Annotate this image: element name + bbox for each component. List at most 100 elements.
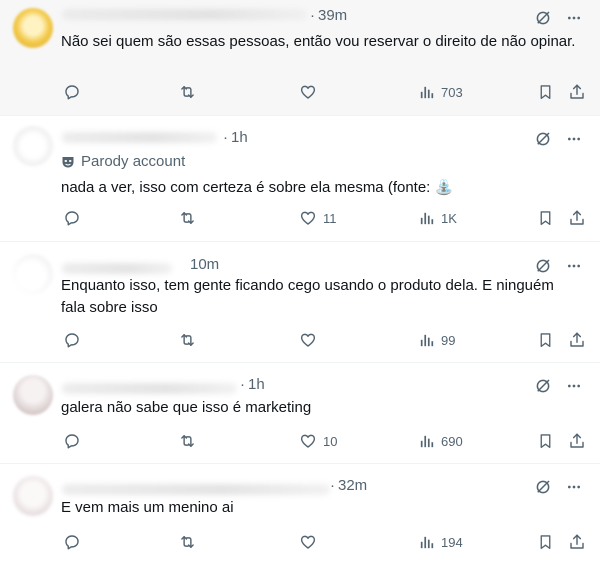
like-button[interactable]: 10: [299, 430, 337, 452]
post-text: E vem mais um menino ai: [61, 499, 234, 516]
views-count: 1K: [441, 210, 457, 226]
more-icon[interactable]: [566, 378, 582, 394]
like-count: 10: [323, 433, 338, 449]
author-name-blurred[interactable]: [62, 9, 307, 20]
repost-button[interactable]: [178, 430, 203, 452]
action-bar: 703: [61, 81, 589, 103]
like-icon: [299, 533, 317, 551]
views-button[interactable]: 194: [418, 531, 463, 553]
share-button[interactable]: [568, 531, 586, 553]
views-count: 703: [441, 84, 463, 100]
action-bar: 99: [61, 329, 589, 351]
grok-icon[interactable]: [534, 478, 552, 496]
views-button[interactable]: 1K: [418, 207, 457, 229]
reply-button[interactable]: [63, 81, 87, 103]
author-name-blurred[interactable]: [62, 263, 172, 274]
views-button[interactable]: 99: [418, 329, 455, 351]
reply-post[interactable]: · 39m Não sei quem são essas pessoas, ent…: [0, 0, 600, 116]
reply-post[interactable]: · 1h galera não sabe que isso é marketing…: [0, 363, 600, 464]
grok-icon[interactable]: [534, 377, 552, 395]
share-button[interactable]: [568, 329, 586, 351]
reply-post[interactable]: · 1h Parody account nada a ver, isso com …: [0, 116, 600, 242]
repost-button[interactable]: [178, 207, 203, 229]
share-icon: [568, 533, 586, 551]
repost-button[interactable]: [178, 531, 203, 553]
parody-label: Parody account: [81, 153, 186, 170]
reply-button[interactable]: [63, 207, 87, 229]
grok-icon[interactable]: [534, 9, 552, 27]
action-bar: 10 690: [61, 430, 589, 452]
like-icon: [299, 83, 317, 101]
author-name-blurred[interactable]: [62, 484, 330, 495]
repost-icon: [178, 209, 197, 227]
post-text: nada a ver, isso com certeza é sobre ela…: [61, 179, 454, 196]
reply-post[interactable]: · 32m E vem mais um menino ai 194: [0, 464, 600, 563]
reply-button[interactable]: [63, 430, 87, 452]
post-text: Não sei quem são essas pessoas, então vo…: [61, 33, 576, 50]
reply-button[interactable]: [63, 531, 87, 553]
reply-icon: [63, 331, 81, 349]
bookmark-button[interactable]: [537, 81, 554, 103]
like-button[interactable]: 11: [299, 207, 337, 229]
like-count: 11: [323, 210, 337, 226]
views-icon: [418, 534, 435, 551]
views-icon: [418, 332, 435, 349]
bookmark-icon: [537, 83, 554, 101]
bookmark-icon: [537, 533, 554, 551]
action-bar: 11 1K: [61, 207, 589, 229]
post-text: galera não sabe que isso é marketing: [61, 399, 312, 416]
more-icon[interactable]: [566, 258, 582, 274]
share-icon: [568, 83, 586, 101]
like-button[interactable]: [299, 531, 323, 553]
share-button[interactable]: [568, 430, 586, 452]
share-button[interactable]: [568, 207, 586, 229]
share-icon: [568, 331, 586, 349]
avatar[interactable]: [13, 375, 53, 415]
views-count: 194: [441, 534, 463, 550]
like-icon: [299, 331, 317, 349]
post-time[interactable]: · 1h: [240, 376, 265, 393]
views-icon: [418, 210, 435, 227]
bookmark-button[interactable]: [537, 329, 554, 351]
post-time[interactable]: · 39m: [310, 7, 347, 24]
like-button[interactable]: [299, 81, 323, 103]
views-icon: [418, 84, 435, 101]
more-icon[interactable]: [566, 479, 582, 495]
bookmark-button[interactable]: [537, 207, 554, 229]
reply-post[interactable]: 10m Enquanto isso, tem gente ficando ceg…: [0, 242, 600, 363]
bookmark-button[interactable]: [537, 430, 554, 452]
grok-icon[interactable]: [534, 257, 552, 275]
post-time[interactable]: 10m: [190, 256, 219, 273]
avatar[interactable]: [13, 254, 53, 294]
author-name-blurred[interactable]: [62, 383, 237, 394]
share-button[interactable]: [568, 81, 586, 103]
bookmark-icon: [537, 209, 554, 227]
repost-icon: [178, 83, 197, 101]
post-time[interactable]: · 1h: [223, 129, 248, 146]
repost-button[interactable]: [178, 329, 203, 351]
post-time[interactable]: · 32m: [330, 477, 367, 494]
post-text: Enquanto isso, tem gente ficando cego us…: [61, 277, 554, 316]
grok-icon[interactable]: [534, 130, 552, 148]
reply-icon: [63, 83, 81, 101]
more-icon[interactable]: [566, 131, 582, 147]
like-button[interactable]: [299, 329, 323, 351]
avatar[interactable]: [13, 126, 53, 166]
views-icon: [418, 433, 435, 450]
reply-icon: [63, 432, 81, 450]
repost-button[interactable]: [178, 81, 203, 103]
avatar[interactable]: [13, 476, 53, 516]
reply-button[interactable]: [63, 329, 87, 351]
like-icon: [299, 432, 317, 450]
action-bar: 194: [61, 531, 589, 553]
replies-feed: · 39m Não sei quem são essas pessoas, ent…: [0, 0, 600, 563]
more-icon[interactable]: [566, 10, 582, 26]
avatar[interactable]: [13, 8, 53, 48]
bookmark-button[interactable]: [537, 531, 554, 553]
author-name-blurred[interactable]: [62, 132, 217, 143]
like-icon: [299, 209, 317, 227]
views-button[interactable]: 703: [418, 81, 463, 103]
views-count: 690: [441, 433, 463, 449]
views-button[interactable]: 690: [418, 430, 463, 452]
repost-icon: [178, 533, 197, 551]
